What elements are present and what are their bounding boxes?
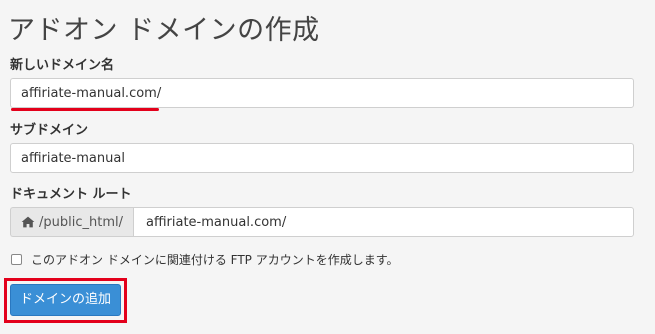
document-root-prefix: /public_html/	[10, 207, 133, 237]
add-domain-button[interactable]: ドメインの追加	[10, 284, 121, 316]
document-root-group: /public_html/	[10, 207, 634, 237]
new-domain-red-underline	[11, 108, 159, 111]
document-root-label: ドキュメント ルート	[10, 187, 132, 202]
add-on-domain-page: アドオン ドメインの作成 新しいドメイン名 サブドメイン ドキュメント ルート …	[0, 0, 655, 334]
subdomain-input[interactable]	[10, 143, 634, 173]
new-domain-input[interactable]	[10, 78, 634, 108]
ftp-account-option: このアドオン ドメインに関連付ける FTP アカウントを作成します。	[10, 251, 399, 268]
home-icon	[21, 216, 35, 228]
ftp-account-checkbox-label[interactable]: このアドオン ドメインに関連付ける FTP アカウントを作成します。	[31, 251, 399, 268]
document-root-input[interactable]	[133, 207, 634, 237]
subdomain-label: サブドメイン	[10, 123, 89, 138]
ftp-account-checkbox[interactable]	[11, 254, 22, 265]
document-root-prefix-text: /public_html/	[39, 214, 123, 230]
page-title: アドオン ドメインの作成	[8, 15, 320, 46]
new-domain-label: 新しいドメイン名	[10, 58, 115, 73]
